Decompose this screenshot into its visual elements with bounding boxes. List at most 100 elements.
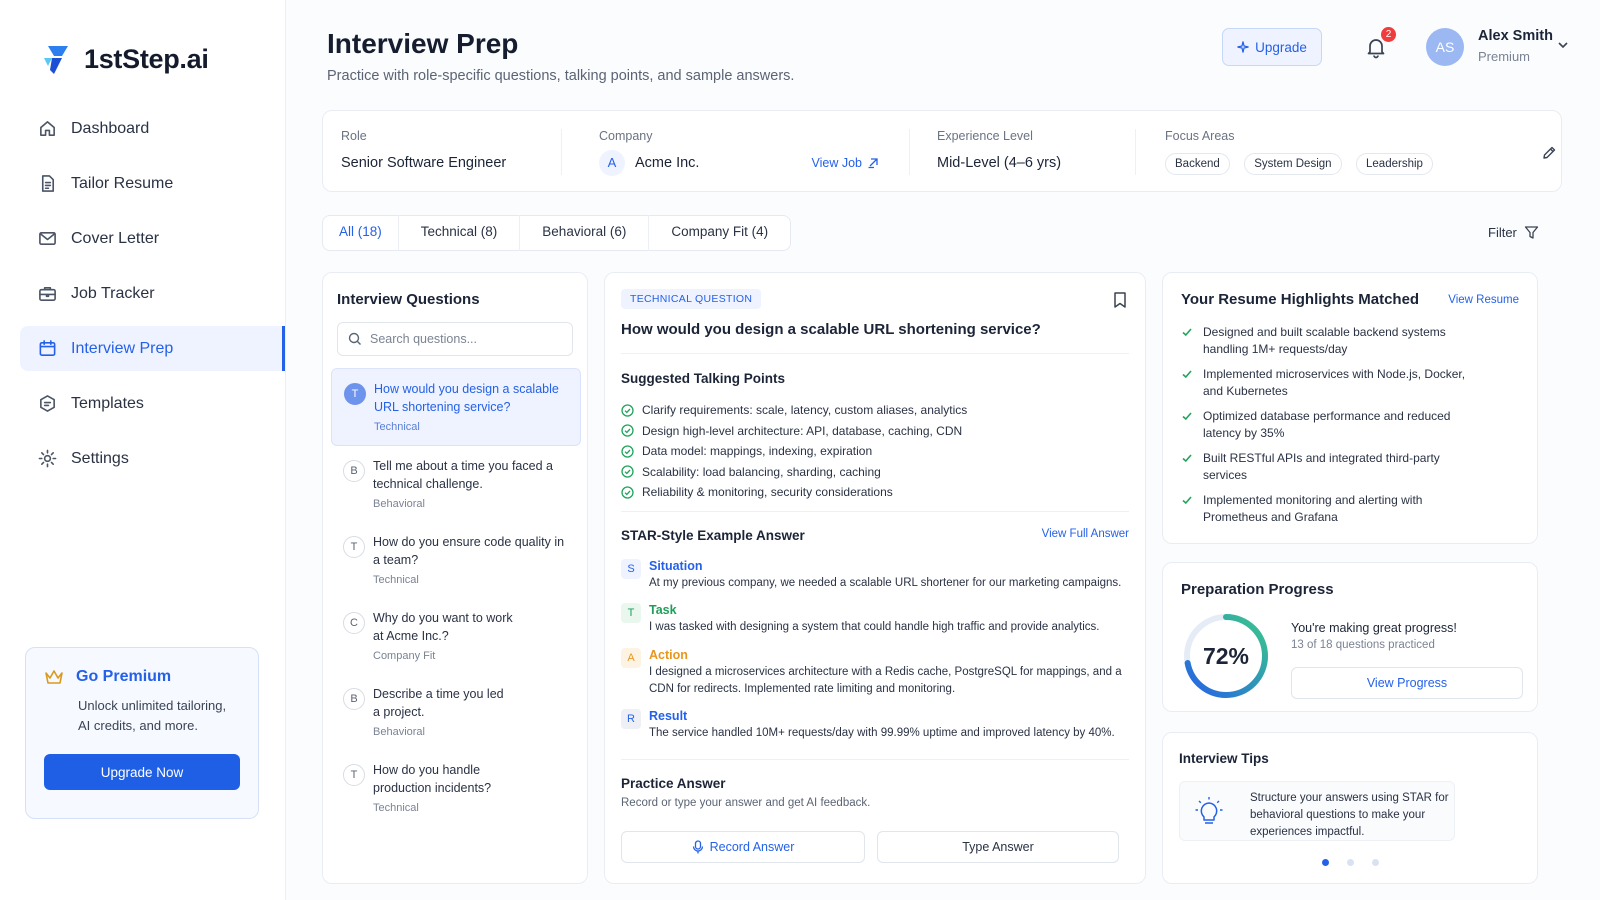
divider bbox=[561, 129, 562, 175]
list-item[interactable]: B Tell me about a time you faced a techn… bbox=[331, 446, 581, 522]
upgrade-label: Upgrade bbox=[1255, 39, 1307, 55]
view-full-answer-link[interactable]: View Full Answer bbox=[1042, 528, 1129, 540]
experience-value: Mid-Level (4–6 yrs) bbox=[937, 155, 1062, 171]
question-text: How would you design a scalable URL shor… bbox=[374, 382, 559, 414]
check-icon bbox=[1182, 328, 1192, 337]
main-content: Interview Prep Practice with role-specif… bbox=[286, 0, 1600, 900]
chevron-down-icon[interactable] bbox=[1556, 38, 1570, 52]
sidebar-item-interview-prep[interactable]: Interview Prep bbox=[20, 326, 285, 371]
question-category: Behavioral bbox=[373, 726, 425, 738]
brand[interactable]: 1stStep.ai bbox=[0, 0, 285, 88]
check-icon bbox=[1182, 454, 1192, 463]
tab-all[interactable]: All (18) bbox=[323, 215, 399, 251]
star-step-name: Situation bbox=[649, 559, 703, 573]
focus-chip: System Design bbox=[1244, 153, 1342, 175]
premium-title: Go Premium bbox=[76, 668, 172, 685]
microphone-icon bbox=[692, 840, 703, 854]
view-job-link[interactable]: View Job bbox=[812, 156, 880, 170]
filter-label: Filter bbox=[1488, 225, 1517, 240]
talking-point: Scalability: load balancing, sharding, c… bbox=[621, 462, 967, 483]
tab-company-fit[interactable]: Company Fit (4) bbox=[649, 215, 790, 251]
experience-label: Experience Level bbox=[937, 129, 1033, 143]
check-circle-icon bbox=[621, 404, 634, 417]
focus-label: Focus Areas bbox=[1165, 129, 1235, 143]
user-name: Alex Smith bbox=[1478, 28, 1553, 44]
question-type-badge: T bbox=[343, 764, 365, 786]
sidebar-nav: Dashboard Tailor Resume Cover Letter Job… bbox=[0, 106, 285, 481]
bookmark-icon[interactable] bbox=[1111, 291, 1129, 309]
question-text: Describe a time you led a project. bbox=[373, 687, 504, 719]
star-step-text: I was tasked with designing a system tha… bbox=[649, 621, 1100, 633]
role-field: Role Senior Software Engineer bbox=[341, 129, 506, 171]
sparkle-icon bbox=[1237, 41, 1249, 53]
premium-header: Go Premium bbox=[44, 668, 240, 686]
brand-logo-icon bbox=[44, 46, 68, 74]
list-item[interactable]: T How would you design a scalable URL sh… bbox=[331, 368, 581, 446]
sidebar-item-label: Dashboard bbox=[71, 119, 150, 137]
star-letter-badge: T bbox=[621, 603, 641, 623]
carousel-dot[interactable] bbox=[1371, 859, 1379, 866]
focus-field: Focus Areas Backend System Design Leader… bbox=[1165, 129, 1443, 175]
notification-badge: 2 bbox=[1381, 27, 1396, 42]
view-progress-button[interactable]: View Progress bbox=[1291, 667, 1523, 699]
crown-icon bbox=[45, 670, 63, 684]
pencil-icon[interactable] bbox=[1541, 145, 1557, 161]
filter-button[interactable]: Filter bbox=[1488, 225, 1539, 240]
search-icon bbox=[348, 332, 361, 345]
question-heading: How would you design a scalable URL shor… bbox=[621, 321, 1041, 338]
questions-card: Interview Questions T How would you desi… bbox=[322, 272, 588, 884]
question-text: How do you ensure code quality in a team… bbox=[373, 535, 565, 567]
job-info-card: Role Senior Software Engineer Company A … bbox=[322, 110, 1562, 192]
document-icon bbox=[41, 175, 55, 192]
question-category: Company Fit bbox=[373, 650, 436, 662]
divider bbox=[621, 353, 1129, 354]
question-category: Technical bbox=[373, 802, 419, 814]
sidebar-item-tailor-resume[interactable]: Tailor Resume bbox=[20, 161, 285, 206]
carousel-dot[interactable] bbox=[1346, 859, 1354, 866]
check-icon bbox=[1182, 370, 1192, 379]
user-plan: Premium bbox=[1478, 49, 1531, 64]
upgrade-now-button[interactable]: Upgrade Now bbox=[44, 754, 240, 790]
company-label: Company bbox=[599, 129, 653, 143]
sidebar-item-settings[interactable]: Settings bbox=[20, 436, 285, 481]
external-link-icon bbox=[868, 158, 878, 169]
interview-tips-card: Interview Tips Structure your answers us… bbox=[1162, 732, 1538, 884]
check-circle-icon bbox=[621, 486, 634, 499]
practice-title: Practice Answer bbox=[621, 776, 726, 791]
divider bbox=[1135, 129, 1136, 175]
progress-percent: 72% bbox=[1203, 643, 1249, 669]
sidebar-item-label: Tailor Resume bbox=[71, 174, 174, 192]
list-item[interactable]: B Describe a time you led a project. Beh… bbox=[331, 674, 581, 750]
sidebar-item-dashboard[interactable]: Dashboard bbox=[20, 106, 285, 151]
sidebar-item-cover-letter[interactable]: Cover Letter bbox=[20, 216, 285, 261]
star-step-text: The service handled 10M+ requests/day wi… bbox=[649, 727, 1115, 739]
divider bbox=[621, 511, 1129, 512]
sidebar-item-templates[interactable]: Templates bbox=[20, 381, 285, 426]
role-label: Role bbox=[341, 129, 367, 143]
question-tabs: All (18) Technical (8) Behavioral (6) Co… bbox=[322, 215, 792, 251]
type-answer-button[interactable]: Type Answer bbox=[877, 831, 1119, 863]
avatar[interactable]: AS bbox=[1426, 28, 1464, 66]
sidebar-item-label: Job Tracker bbox=[71, 284, 155, 302]
role-value: Senior Software Engineer bbox=[341, 155, 507, 171]
list-item[interactable]: C Why do you want to work at Acme Inc.? … bbox=[331, 598, 581, 674]
highlight-text: Optimized database performance and reduc… bbox=[1203, 409, 1451, 440]
search-input[interactable] bbox=[370, 332, 560, 346]
tab-technical[interactable]: Technical (8) bbox=[399, 215, 521, 251]
tab-behavioral[interactable]: Behavioral (6) bbox=[520, 215, 650, 251]
list-item[interactable]: T How do you ensure code quality in a te… bbox=[331, 522, 581, 598]
gear-icon bbox=[38, 449, 57, 468]
carousel-dot[interactable] bbox=[1321, 859, 1329, 866]
record-answer-button[interactable]: Record Answer bbox=[621, 831, 865, 863]
sidebar-item-job-tracker[interactable]: Job Tracker bbox=[20, 271, 285, 316]
question-type-badge: C bbox=[343, 612, 365, 634]
highlight-text: Designed and built scalable backend syst… bbox=[1203, 325, 1446, 356]
premium-card: Go Premium Unlock unlimited tailoring, A… bbox=[25, 647, 259, 819]
carousel-dots bbox=[1163, 859, 1537, 866]
list-item[interactable]: T How do you handle production incidents… bbox=[331, 750, 581, 826]
talking-point-text: Clarify requirements: scale, latency, cu… bbox=[642, 403, 968, 418]
view-resume-link[interactable]: View Resume bbox=[1448, 294, 1519, 306]
highlights-title: Your Resume Highlights Matched bbox=[1181, 291, 1420, 308]
focus-chips: Backend System Design Leadership bbox=[1165, 153, 1443, 175]
upgrade-button[interactable]: Upgrade bbox=[1222, 28, 1322, 66]
